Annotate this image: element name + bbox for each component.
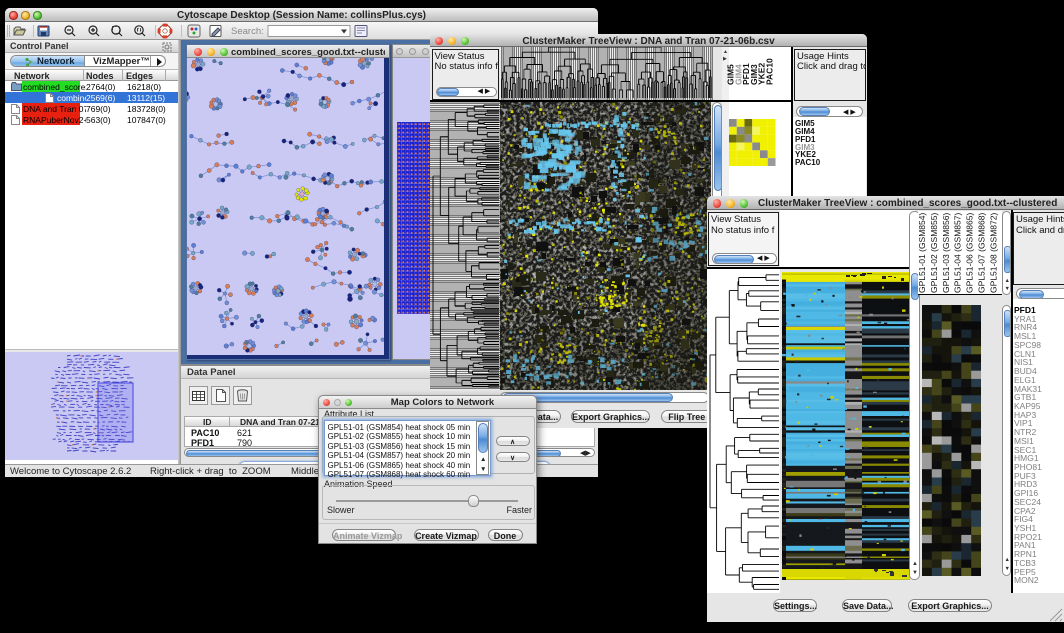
svg-text:GPL51-08 (GSM872): GPL51-08 (GSM872) [988, 213, 998, 293]
svg-text:GPL51-01 (GSM854): GPL51-01 (GSM854) [917, 213, 927, 293]
svg-text:GPL51-04 (GSM857): GPL51-04 (GSM857) [953, 213, 963, 293]
svg-text:GPL51-03 (GSM856): GPL51-03 (GSM856) [941, 213, 951, 293]
svg-text:Search:: Search: [231, 26, 264, 37]
svg-text:GPL51-02 (GSM855): GPL51-02 (GSM855) [929, 213, 939, 293]
svg-text:PAC10: PAC10 [764, 58, 774, 85]
svg-text:GPL51-07 (GSM868): GPL51-07 (GSM868) [977, 213, 987, 293]
svg-text:GPL51-06 (GSM865): GPL51-06 (GSM865) [965, 213, 975, 293]
